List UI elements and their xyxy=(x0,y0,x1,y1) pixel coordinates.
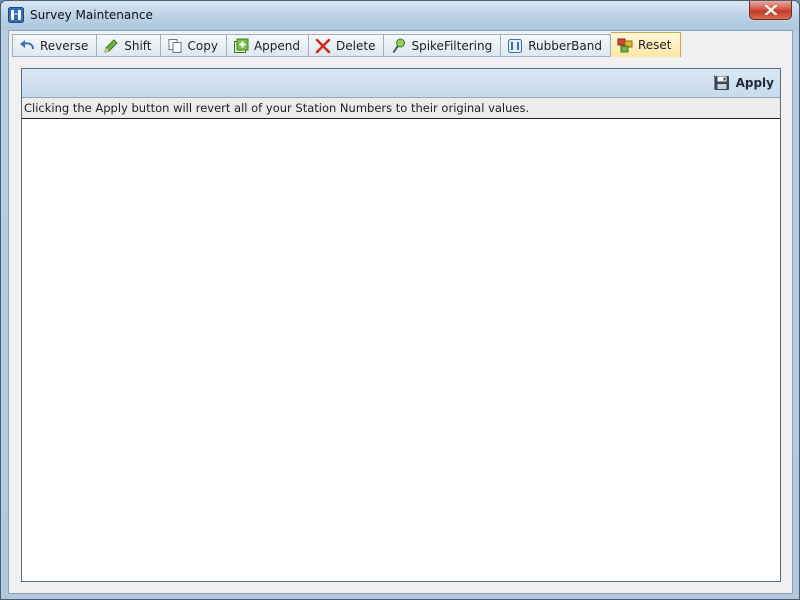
panel-toolbar: Apply xyxy=(22,69,780,98)
client-area: Reverse Shift Copy Append Delete SpikeFi… xyxy=(8,30,793,594)
append-icon xyxy=(233,38,249,54)
tab-shift[interactable]: Shift xyxy=(97,34,161,57)
tab-label: Delete xyxy=(336,38,376,53)
tab-label: Reverse xyxy=(40,38,89,53)
tab-rubberband[interactable]: RubberBand xyxy=(501,34,611,57)
copy-icon xyxy=(167,38,183,54)
close-button[interactable] xyxy=(749,1,792,20)
tab-copy[interactable]: Copy xyxy=(160,34,227,57)
tab-label: RubberBand xyxy=(528,38,602,53)
shift-pencil-icon xyxy=(103,38,119,54)
content-area xyxy=(22,119,780,581)
tab-label: Copy xyxy=(187,38,218,53)
window-title: Survey Maintenance xyxy=(30,8,153,22)
app-icon xyxy=(8,7,24,23)
rubberband-icon xyxy=(507,38,523,54)
reverse-arrow-icon xyxy=(19,38,35,54)
apply-label: Apply xyxy=(735,76,774,90)
survey-maintenance-window: Survey Maintenance Reverse Shift Copy Ap… xyxy=(0,0,800,600)
reset-panel: Apply Clicking the Apply button will rev… xyxy=(21,68,781,582)
info-bar: Clicking the Apply button will revert al… xyxy=(22,98,780,119)
info-message: Clicking the Apply button will revert al… xyxy=(24,101,530,115)
tab-append[interactable]: Append xyxy=(226,34,310,57)
apply-button[interactable]: Apply xyxy=(714,73,774,93)
tab-strip: Reverse Shift Copy Append Delete SpikeFi… xyxy=(12,32,681,57)
title-bar[interactable]: Survey Maintenance xyxy=(1,1,799,30)
tab-spikefiltering[interactable]: SpikeFiltering xyxy=(384,34,502,57)
save-disk-icon xyxy=(714,76,729,90)
tab-label: Reset xyxy=(637,38,672,52)
tab-delete[interactable]: Delete xyxy=(309,34,385,57)
delete-x-icon xyxy=(315,38,331,54)
close-icon xyxy=(765,5,777,15)
tab-label: SpikeFiltering xyxy=(411,38,493,53)
tab-label: Shift xyxy=(124,38,152,53)
reset-icon xyxy=(617,37,633,53)
tab-reverse[interactable]: Reverse xyxy=(12,34,98,57)
tab-label: Append xyxy=(253,38,301,53)
spike-filter-icon xyxy=(390,38,406,54)
tab-reset[interactable]: Reset xyxy=(610,32,681,57)
